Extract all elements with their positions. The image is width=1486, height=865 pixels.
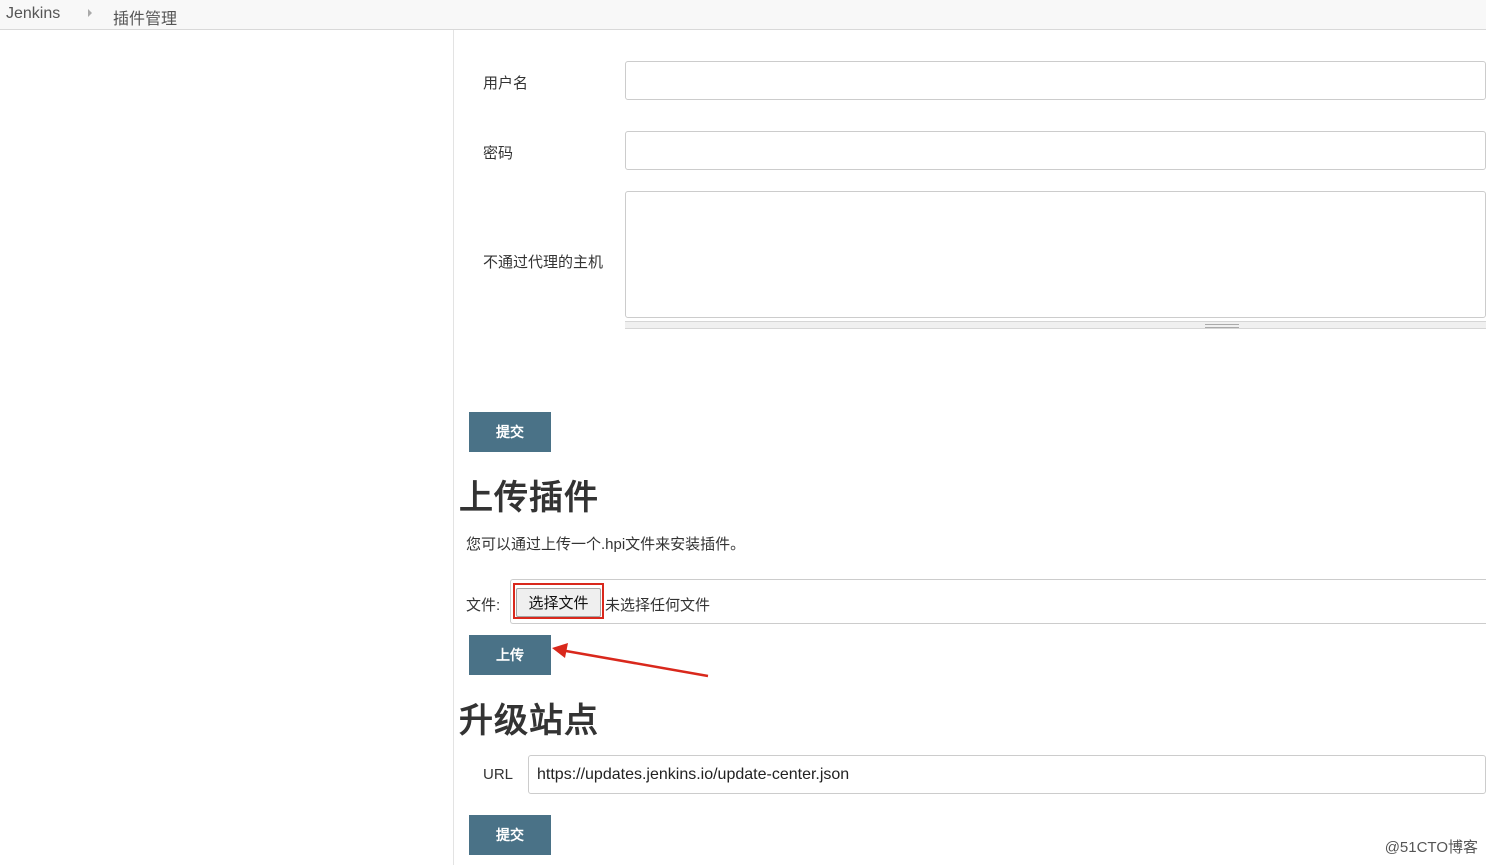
update-site-url-input[interactable] [528, 755, 1486, 794]
annotation-arrow-icon [552, 643, 709, 678]
url-label: URL [483, 766, 514, 783]
update-site-submit-button[interactable]: 提交 [469, 815, 551, 855]
update-site-heading: 升级站点 [459, 702, 599, 740]
watermark-text: @51CTO博客 [1384, 839, 1478, 856]
